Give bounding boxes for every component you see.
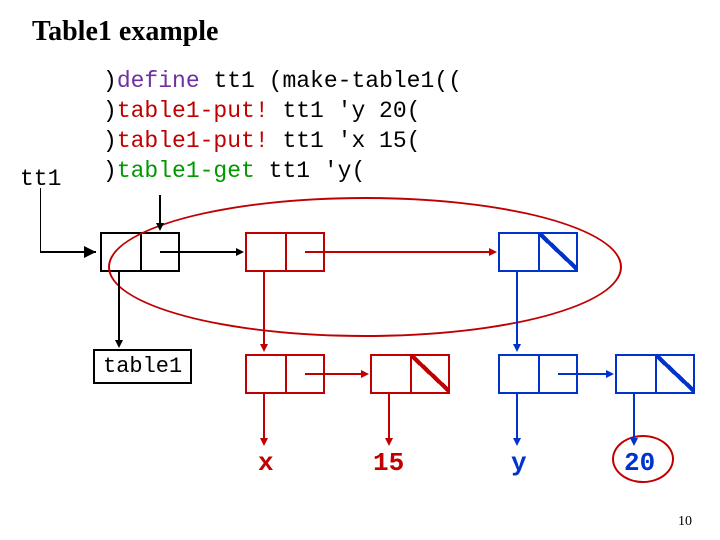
paren: ) — [103, 128, 117, 154]
code-rest: tt1 'y 20( — [269, 98, 421, 124]
code-rest: tt1 'x 15( — [269, 128, 421, 154]
code-block: )define tt1 (make-table1(( )table1-put! … — [103, 66, 462, 186]
arrow-x-key-down — [259, 394, 271, 448]
pair-y-entry — [498, 354, 578, 394]
slide-title: Table1 example — [32, 16, 218, 48]
highlight-oval-big — [108, 197, 622, 337]
kw-put: table1-put! — [117, 128, 269, 154]
page-number: 10 — [678, 514, 692, 530]
code-rest: tt1 'y( — [255, 158, 365, 184]
arrow-y-key-down — [512, 394, 524, 448]
kw-get: table1-get — [117, 158, 255, 184]
paren: ) — [103, 158, 117, 184]
kw-define: define — [117, 68, 200, 94]
pair-y-val — [615, 354, 695, 394]
value-15: 15 — [373, 448, 404, 478]
code-rest: tt1 (make-table1(( — [200, 68, 462, 94]
value-x: x — [258, 448, 274, 478]
paren: ) — [103, 68, 117, 94]
paren: ) — [103, 98, 117, 124]
table1-label-box: table1 — [93, 349, 192, 384]
kw-put: table1-put! — [117, 98, 269, 124]
pair-x-entry — [245, 354, 325, 394]
highlight-oval-small — [612, 435, 674, 483]
tt1-label: tt1 — [20, 166, 61, 192]
value-y: y — [511, 448, 527, 478]
arrow-x-val-down — [384, 394, 396, 448]
pair-x-val — [370, 354, 450, 394]
